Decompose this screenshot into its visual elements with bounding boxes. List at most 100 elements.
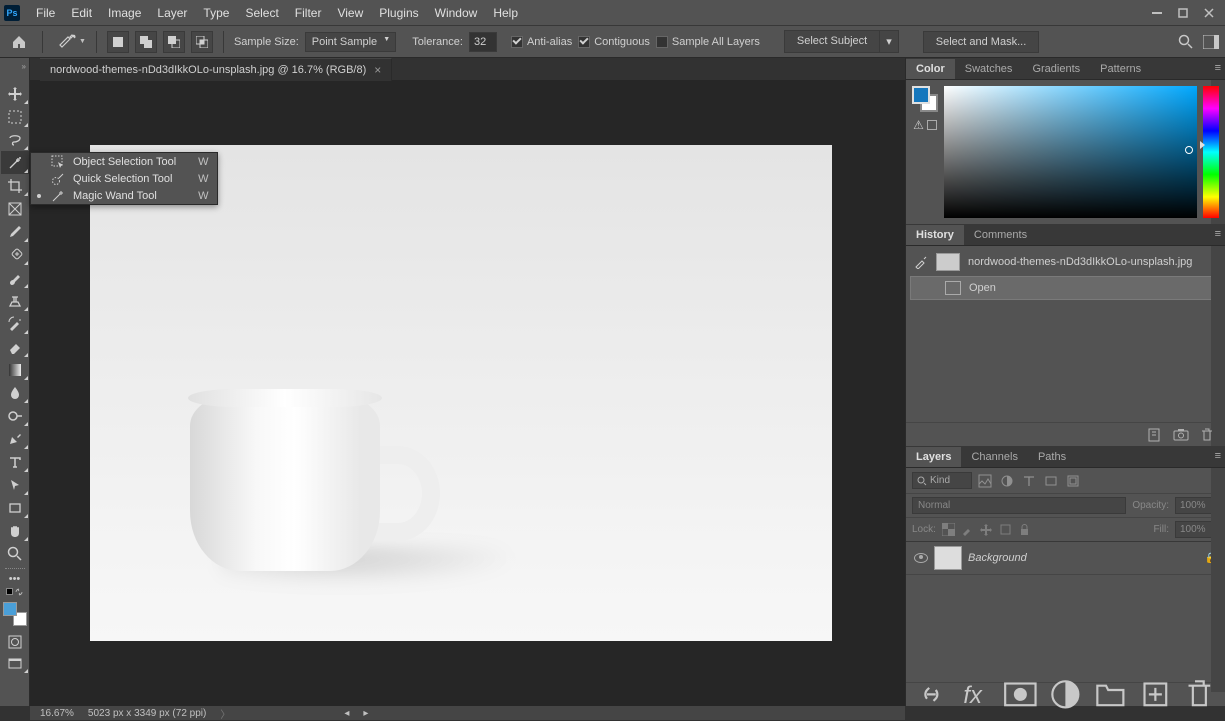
tab-paths[interactable]: Paths: [1028, 447, 1076, 467]
anti-alias-check[interactable]: Anti-alias: [511, 36, 572, 48]
panel-menu-icon[interactable]: ≡: [1215, 62, 1221, 74]
object-selection-tool-item[interactable]: Object Selection Tool W: [31, 153, 217, 170]
gamut-warning-icon[interactable]: ⚠: [913, 118, 924, 132]
tab-comments[interactable]: Comments: [964, 225, 1037, 245]
maximize-button[interactable]: [1171, 4, 1195, 22]
history-item-open[interactable]: Open: [910, 276, 1221, 300]
foreground-background-swatch[interactable]: [912, 86, 938, 112]
menu-layer[interactable]: Layer: [149, 2, 195, 24]
link-layers-icon[interactable]: [914, 677, 949, 712]
pen-tool[interactable]: [1, 427, 29, 450]
menu-help[interactable]: Help: [485, 2, 526, 24]
clone-stamp-tool[interactable]: [1, 289, 29, 312]
new-selection-button[interactable]: [107, 31, 129, 53]
snapshot-icon[interactable]: [1173, 427, 1189, 443]
layer-name[interactable]: Background: [968, 552, 1027, 564]
quick-mask-button[interactable]: [1, 632, 29, 652]
panel-menu-icon[interactable]: ≡: [1215, 228, 1221, 240]
hand-tool[interactable]: [1, 519, 29, 542]
lock-artboard-icon[interactable]: [999, 523, 1012, 536]
web-safe-icon[interactable]: [927, 120, 937, 130]
filter-shape-icon[interactable]: [1044, 474, 1058, 488]
minimize-button[interactable]: [1145, 4, 1169, 22]
dodge-tool[interactable]: [1, 404, 29, 427]
history-brush-tool[interactable]: [1, 312, 29, 335]
tab-gradients[interactable]: Gradients: [1022, 59, 1090, 79]
default-colors-icon[interactable]: [6, 588, 23, 596]
edit-toolbar-button[interactable]: •••: [1, 572, 29, 586]
add-selection-button[interactable]: [135, 31, 157, 53]
quick-selection-tool-item[interactable]: Quick Selection Tool W: [31, 170, 217, 187]
delete-state-icon[interactable]: [1199, 427, 1215, 443]
zoom-tool[interactable]: [1, 542, 29, 565]
marquee-tool[interactable]: [1, 105, 29, 128]
gradient-tool[interactable]: [1, 358, 29, 381]
close-button[interactable]: [1197, 4, 1221, 22]
adjustment-layer-icon[interactable]: [1048, 677, 1083, 712]
filter-pixel-icon[interactable]: [978, 474, 992, 488]
panel-menu-icon[interactable]: ≡: [1215, 450, 1221, 462]
layer-filter-kind[interactable]: Kind: [912, 472, 972, 489]
tab-layers[interactable]: Layers: [906, 447, 961, 467]
layer-mask-icon[interactable]: [1003, 677, 1038, 712]
home-button[interactable]: [6, 30, 32, 54]
scroll-right-icon[interactable]: ▸: [363, 708, 368, 719]
filter-adjustment-icon[interactable]: [1000, 474, 1014, 488]
menu-view[interactable]: View: [329, 2, 371, 24]
workspace-switcher-icon[interactable]: [1203, 35, 1219, 49]
tab-channels[interactable]: Channels: [961, 447, 1027, 467]
menu-plugins[interactable]: Plugins: [371, 2, 426, 24]
rectangle-tool[interactable]: [1, 496, 29, 519]
contiguous-check[interactable]: Contiguous: [578, 36, 650, 48]
new-document-from-state-icon[interactable]: [1147, 427, 1163, 443]
history-source-row[interactable]: nordwood-themes-nDd3dIkkOLo-unsplash.jpg: [906, 250, 1225, 274]
menu-window[interactable]: Window: [427, 2, 486, 24]
layer-style-icon[interactable]: fx: [959, 677, 994, 712]
menu-file[interactable]: File: [28, 2, 63, 24]
magic-wand-tool-item[interactable]: Magic Wand Tool W: [31, 187, 217, 204]
lock-pixels-icon[interactable]: [961, 523, 974, 536]
lasso-tool[interactable]: [1, 128, 29, 151]
layer-row-background[interactable]: Background 🔒: [906, 542, 1225, 575]
lock-all-icon[interactable]: [1018, 523, 1031, 536]
document-canvas[interactable]: [90, 145, 832, 641]
sample-size-select[interactable]: Point Sample▼: [305, 32, 396, 52]
crop-tool[interactable]: [1, 174, 29, 197]
intersect-selection-button[interactable]: [191, 31, 213, 53]
magic-wand-tool[interactable]: [1, 151, 29, 174]
move-tool[interactable]: [1, 82, 29, 105]
search-icon[interactable]: [1178, 34, 1193, 49]
blur-tool[interactable]: [1, 381, 29, 404]
color-field[interactable]: [944, 86, 1197, 218]
select-subject-dropdown[interactable]: ▾: [880, 30, 899, 53]
status-arrow-icon[interactable]: 〉: [220, 706, 230, 721]
menu-edit[interactable]: Edit: [63, 2, 100, 24]
lock-transparency-icon[interactable]: [942, 523, 955, 536]
select-and-mask-button[interactable]: Select and Mask...: [923, 31, 1040, 53]
tab-swatches[interactable]: Swatches: [955, 59, 1023, 79]
tolerance-input[interactable]: [469, 32, 497, 52]
eyedropper-tool[interactable]: [1, 220, 29, 243]
tab-history[interactable]: History: [906, 225, 964, 245]
doc-dimensions[interactable]: 5023 px x 3349 px (72 ppi): [88, 708, 206, 719]
collapse-toolbar-icon[interactable]: »: [22, 62, 26, 71]
new-layer-icon[interactable]: [1138, 677, 1173, 712]
close-tab-icon[interactable]: ×: [374, 63, 381, 77]
zoom-level[interactable]: 16.67%: [40, 708, 74, 719]
layer-thumbnail[interactable]: [934, 546, 962, 570]
eraser-tool[interactable]: [1, 335, 29, 358]
healing-brush-tool[interactable]: [1, 243, 29, 266]
blend-mode-select[interactable]: Normal: [912, 497, 1126, 514]
filter-smart-icon[interactable]: [1066, 474, 1080, 488]
hue-slider-handle[interactable]: [1200, 141, 1205, 149]
document-tab[interactable]: nordwood-themes-nDd3dIkkOLo-unsplash.jpg…: [40, 58, 392, 81]
screen-mode-button[interactable]: [1, 654, 29, 674]
menu-select[interactable]: Select: [237, 2, 286, 24]
group-layers-icon[interactable]: [1093, 677, 1128, 712]
tool-preset[interactable]: ▼: [59, 33, 86, 51]
path-selection-tool[interactable]: [1, 473, 29, 496]
sample-all-layers-check[interactable]: Sample All Layers: [656, 36, 760, 48]
subtract-selection-button[interactable]: [163, 31, 185, 53]
menu-image[interactable]: Image: [100, 2, 149, 24]
scroll-left-icon[interactable]: ◂: [344, 708, 349, 719]
